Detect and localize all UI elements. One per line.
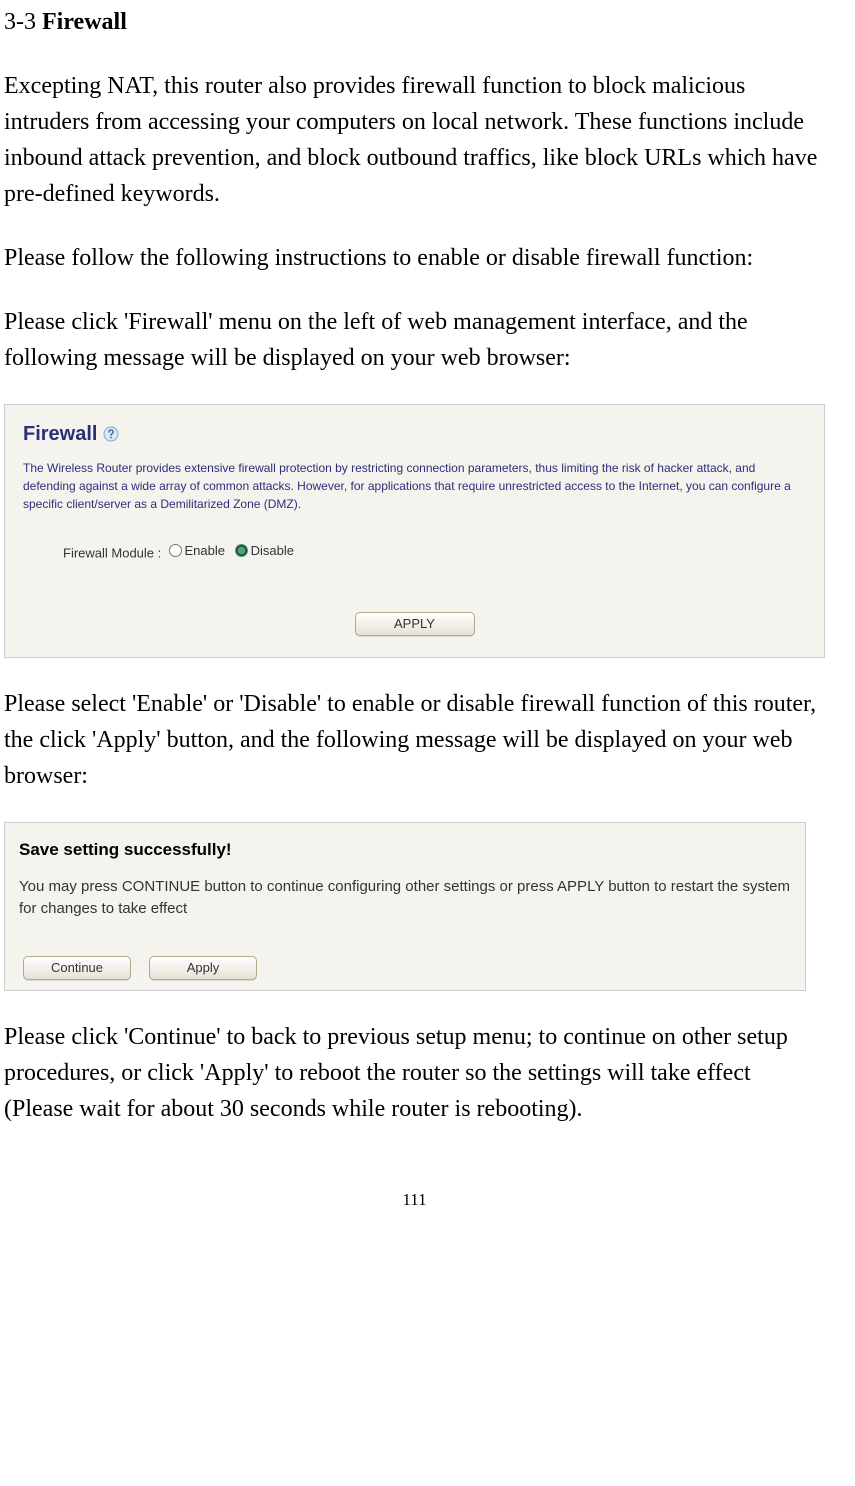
disable-radio[interactable] (235, 544, 248, 557)
enable-label: Enable (185, 541, 225, 561)
firewall-module-label: Firewall Module : (63, 545, 161, 560)
intro-paragraph-1: Excepting NAT, this router also provides… (4, 68, 825, 212)
enable-option[interactable]: Enable (169, 541, 225, 561)
page-number: 111 (4, 1187, 825, 1213)
save-success-description: You may press CONTINUE button to continu… (19, 876, 791, 920)
section-heading: 3-3 Firewall (4, 4, 825, 40)
firewall-title-text: Firewall (23, 419, 97, 449)
enable-radio[interactable] (169, 544, 182, 557)
firewall-panel-description: The Wireless Router provides extensive f… (23, 459, 806, 513)
help-icon[interactable] (103, 426, 119, 442)
disable-option[interactable]: Disable (235, 541, 294, 561)
intro-paragraph-3: Please click 'Firewall' menu on the left… (4, 304, 825, 376)
save-success-panel: Save setting successfully! You may press… (4, 822, 806, 991)
paragraph-5: Please click 'Continue' to back to previ… (4, 1019, 825, 1127)
apply-button[interactable]: APPLY (355, 612, 475, 636)
paragraph-4: Please select 'Enable' or 'Disable' to e… (4, 686, 825, 794)
heading-title: Firewall (42, 9, 127, 35)
save-success-buttons: Continue Apply (19, 956, 791, 980)
save-success-title: Save setting successfully! (19, 837, 791, 863)
disable-label: Disable (251, 541, 294, 561)
firewall-module-row: Firewall Module : Enable Disable (23, 541, 806, 563)
intro-paragraph-2: Please follow the following instructions… (4, 240, 825, 276)
firewall-panel: Firewall The Wireless Router provides ex… (4, 404, 825, 658)
continue-button[interactable]: Continue (23, 956, 131, 980)
apply-row: APPLY (23, 603, 806, 639)
firewall-panel-title: Firewall (23, 419, 806, 449)
heading-number: 3-3 (4, 9, 42, 35)
apply-button-2[interactable]: Apply (149, 956, 257, 980)
